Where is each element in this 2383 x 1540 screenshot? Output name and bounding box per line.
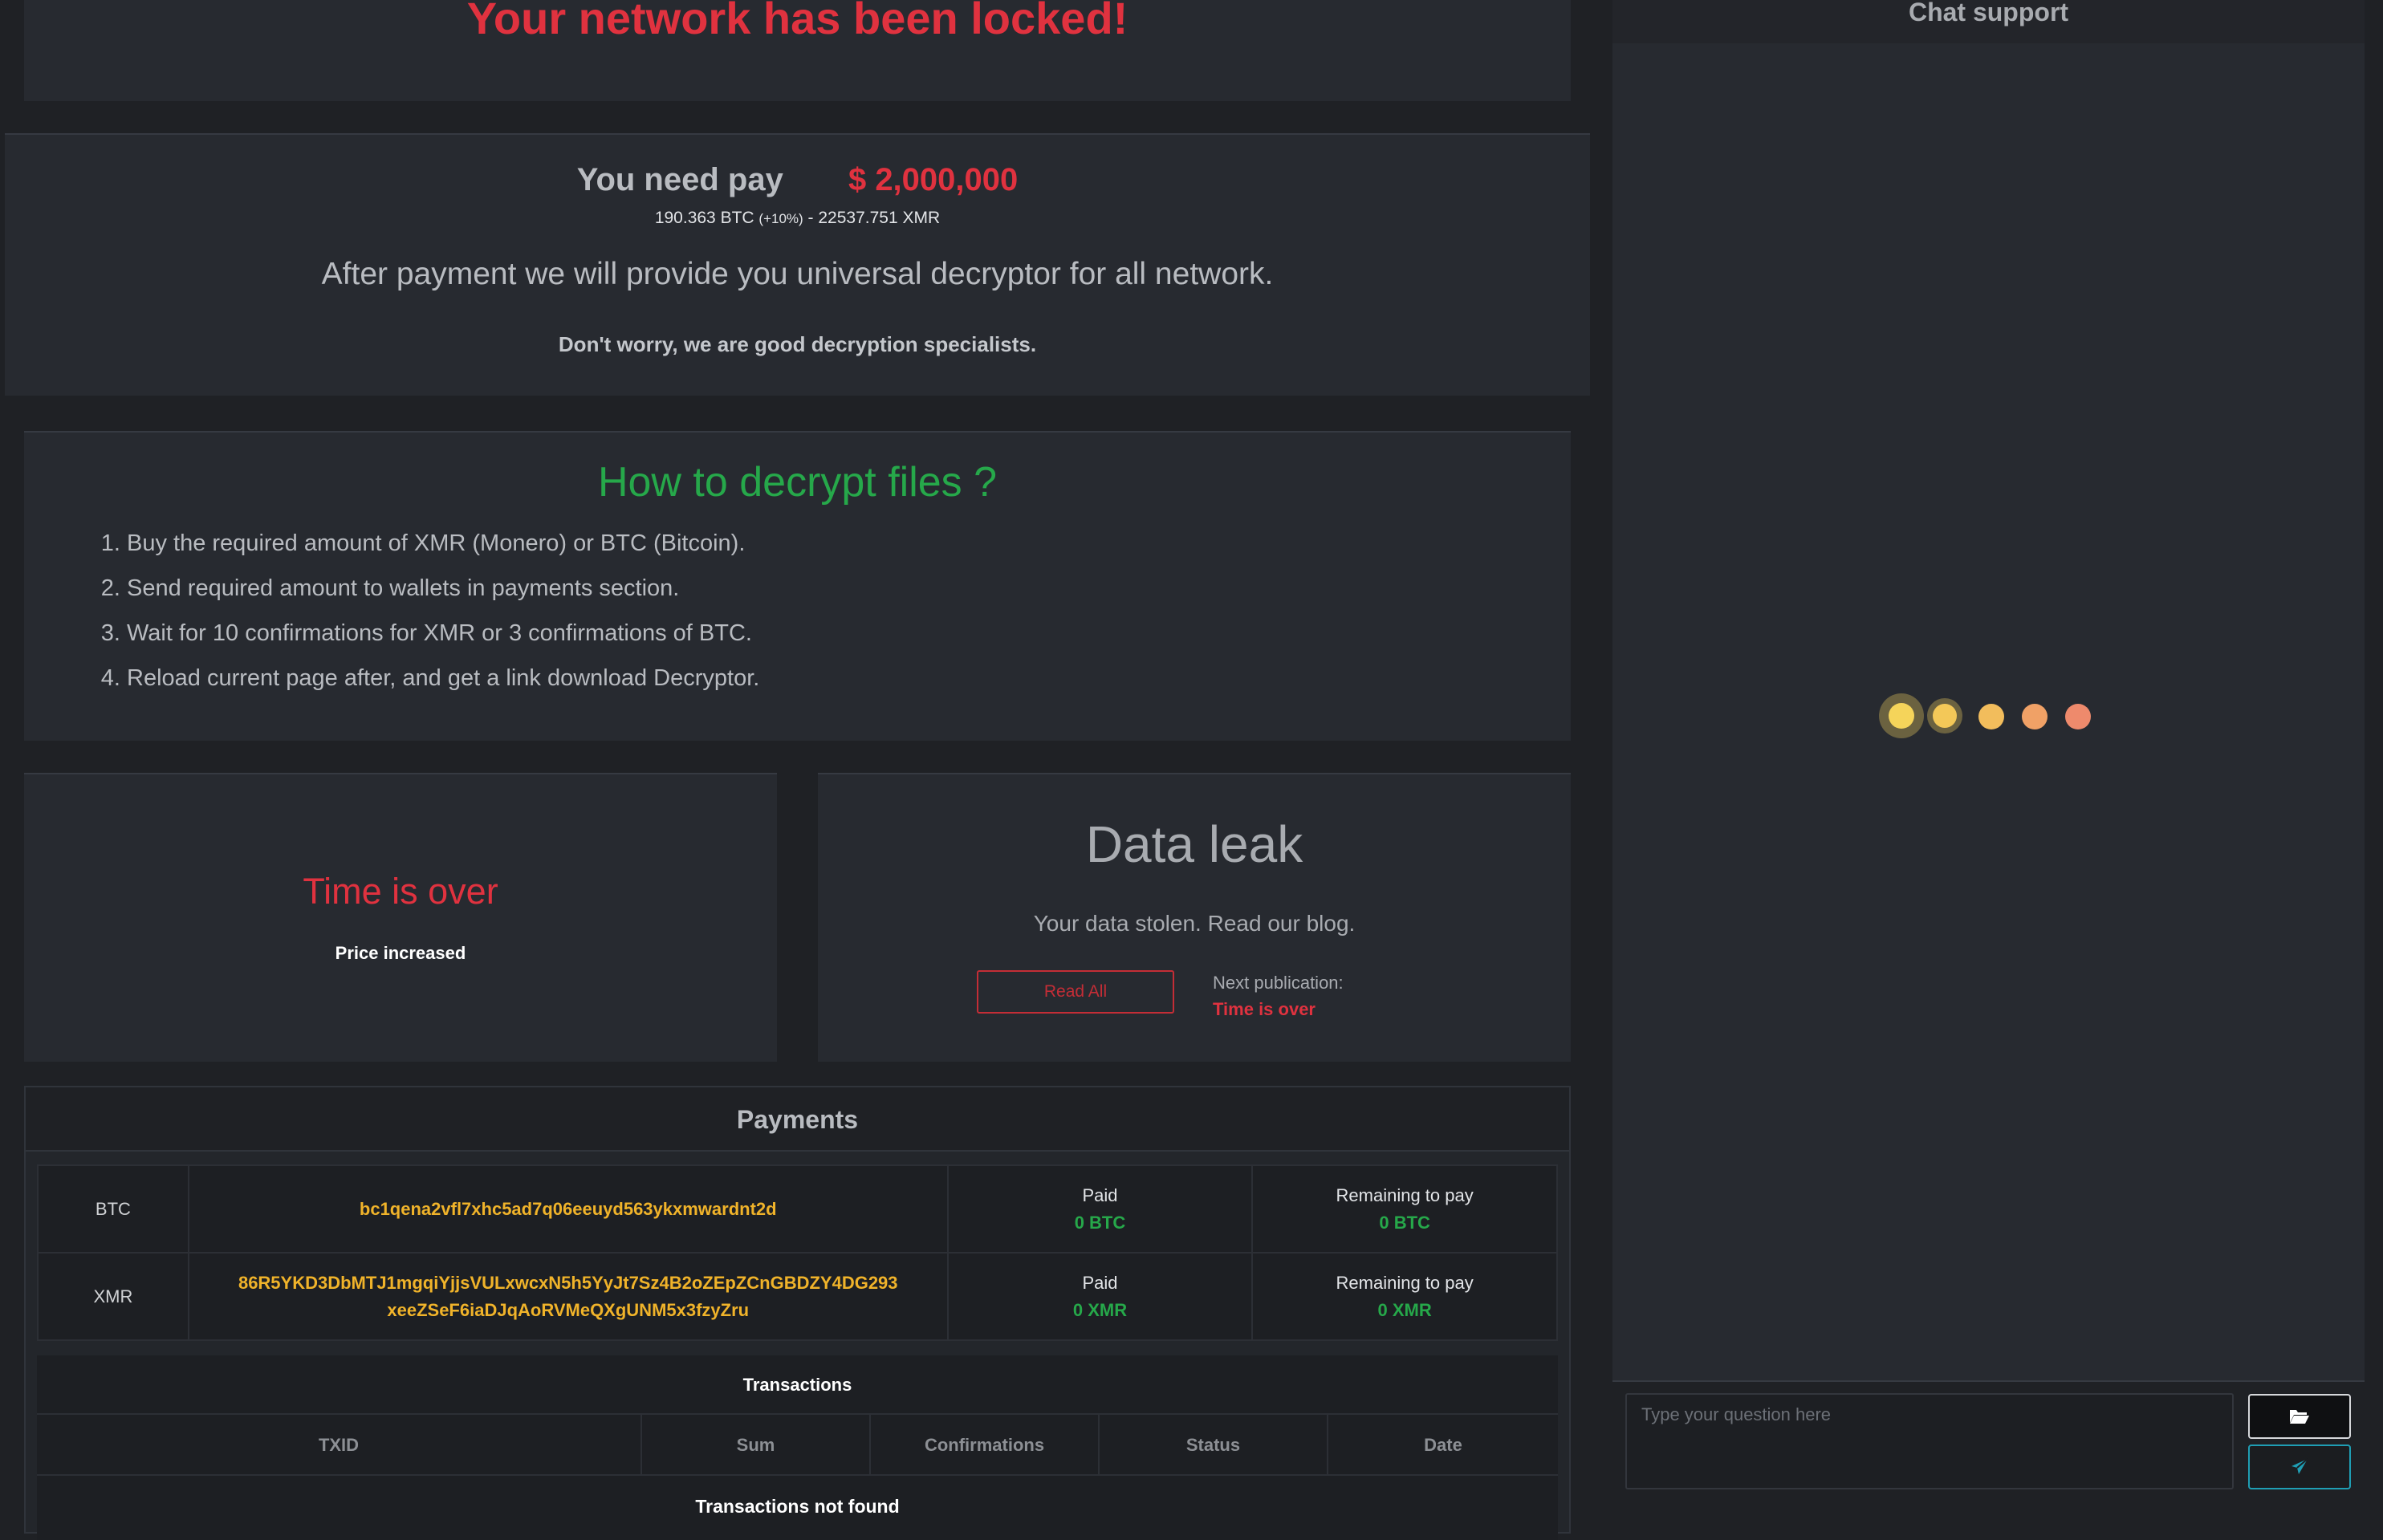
column-header-status: Status [1100, 1415, 1328, 1474]
send-icon [2292, 1458, 2308, 1474]
column-header-confirmations: Confirmations [871, 1415, 1100, 1474]
payment-demand-panel: You need pay $ 2,000,000 190.363 BTC (+1… [5, 133, 1590, 396]
step-item: Buy the required amount of XMR (Monero) … [127, 521, 759, 566]
chat-question-input[interactable] [1625, 1393, 2234, 1489]
timer-panel: Time is over Price increased [24, 773, 777, 1062]
column-header-date: Date [1424, 1435, 1462, 1455]
wallet-address[interactable]: bc1qena2vfl7xhc5ad7q06eeuyd563ykxmwardnt… [187, 1164, 949, 1254]
paid-cell: Paid 0 BTC [946, 1164, 1254, 1254]
currency-cell: BTC [37, 1164, 189, 1254]
step-item: Reload current page after, and get a lin… [127, 656, 759, 701]
wallet-address-line[interactable]: bc1qena2vfl7xhc5ad7q06eeuyd563ykxmwardnt… [190, 1196, 946, 1223]
paid-value: 0 BTC [1074, 1212, 1126, 1233]
transactions-empty-message: Transactions not found [695, 1496, 900, 1517]
conversion-xmr: - 22537.751 XMR [807, 209, 941, 227]
payments-heading: Payments [26, 1087, 1569, 1152]
loading-dot [2065, 704, 2091, 729]
currency-cell: XMR [37, 1252, 189, 1341]
chat-title: Chat support [1612, 0, 2365, 43]
remaining-label: Remaining to pay [1336, 1184, 1474, 1205]
loading-dot [2022, 704, 2048, 729]
ransom-amount: $ 2,000,000 [848, 162, 1019, 197]
chat-support-panel: Chat support [1612, 0, 2383, 1534]
column-header-txid: TXID [37, 1415, 642, 1474]
transactions-table: Transactions TXID Sum Confirmations Stat… [37, 1355, 1558, 1540]
read-all-button[interactable]: Read All [977, 970, 1174, 1014]
send-message-button[interactable] [2248, 1445, 2351, 1489]
paid-cell: Paid 0 XMR [946, 1252, 1254, 1341]
table-row: XMR 86R5YKD3DbMTJ1mgqiYjjsVULxwcxN5h5YyJ… [37, 1252, 1558, 1341]
loading-indicator [1879, 693, 2120, 742]
pay-label: You need pay [576, 162, 783, 197]
steps-list: Buy the required amount of XMR (Monero) … [103, 521, 759, 701]
step-item: Send required amount to wallets in payme… [127, 566, 759, 611]
conversion-btc: 190.363 BTC [654, 209, 754, 227]
ransom-amount-row: You need pay $ 2,000,000 [5, 162, 1590, 198]
step-item: Wait for 10 confirmations for XMR or 3 c… [127, 611, 759, 656]
column-header-sum: Sum [642, 1415, 871, 1474]
remaining-value: 0 BTC [1379, 1212, 1430, 1233]
payments-panel: Payments BTC bc1qena2vfl7xhc5ad7q06eeuyd… [24, 1086, 1571, 1540]
page-title: Your network has been locked! [466, 0, 1128, 43]
data-leak-subtitle: Your data stolen. Read our blog. [1033, 911, 1356, 936]
remaining-label: Remaining to pay [1336, 1272, 1474, 1293]
paid-label: Paid [1082, 1184, 1118, 1205]
remaining-cell: Remaining to pay 0 XMR [1251, 1252, 1558, 1341]
how-to-decrypt-panel: How to decrypt files ? Buy the required … [24, 431, 1571, 741]
data-leak-title: Data leak [1085, 815, 1303, 873]
wallet-address-line[interactable]: xeeZSeF6iaDJqAoRVMeQXgUNM5x3fzyZru [190, 1297, 946, 1324]
reassurance-text: Don't worry, we are good decryption spec… [558, 332, 1037, 356]
loading-dot [1889, 703, 1914, 729]
wallet-address[interactable]: 86R5YKD3DbMTJ1mgqiYjjsVULxwcxN5h5YyJt7Sz… [187, 1252, 949, 1341]
remaining-cell: Remaining to pay 0 BTC [1251, 1164, 1558, 1254]
folder-open-icon [2290, 1410, 2309, 1424]
wallet-address-line[interactable]: 86R5YKD3DbMTJ1mgqiYjjsVULxwcxN5h5YyJt7Sz… [190, 1270, 946, 1297]
timer-status: Time is over [303, 871, 498, 912]
conversion-pct: (+10%) [758, 211, 803, 226]
next-publication-label: Next publication: [1213, 973, 1344, 993]
decryptor-promise: After payment we will provide you univer… [321, 257, 1274, 291]
chat-messages-area[interactable] [1612, 43, 2365, 1382]
paid-value: 0 XMR [1072, 1299, 1128, 1320]
data-leak-panel: Data leak Your data stolen. Read our blo… [818, 773, 1571, 1062]
transactions-header-row: TXID Sum Confirmations Status Date [37, 1415, 1558, 1476]
table-row: BTC bc1qena2vfl7xhc5ad7q06eeuyd563ykxmwa… [37, 1164, 1558, 1254]
loading-dot [1933, 704, 1957, 728]
attach-file-button[interactable] [2248, 1394, 2351, 1439]
how-to-heading: How to decrypt files ? [597, 459, 998, 506]
locked-banner: Your network has been locked! [24, 0, 1571, 101]
remaining-value: 0 XMR [1377, 1299, 1432, 1320]
timer-note: Price increased [335, 943, 466, 963]
crypto-conversion: 190.363 BTC (+10%) - 22537.751 XMR [5, 209, 1590, 228]
main-content: Your network has been locked! You need p… [0, 0, 1597, 1540]
transactions-heading: Transactions [37, 1355, 1558, 1415]
wallets-table: BTC bc1qena2vfl7xhc5ad7q06eeuyd563ykxmwa… [37, 1164, 1558, 1341]
next-publication-value: Time is over [1213, 999, 1316, 1019]
loading-dot [1978, 704, 2004, 729]
paid-label: Paid [1082, 1272, 1118, 1293]
